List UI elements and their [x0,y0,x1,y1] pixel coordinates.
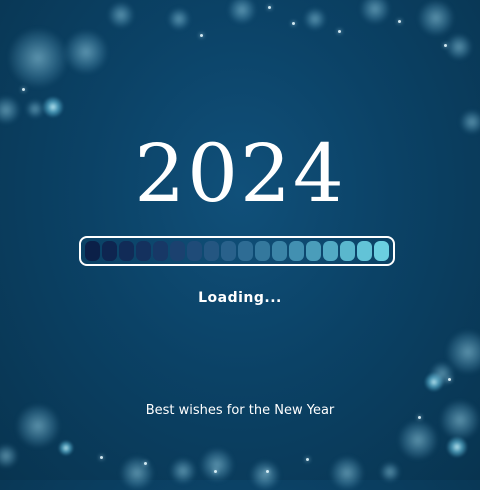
progress-segment [374,241,389,261]
progress-segment [170,241,185,261]
progress-segment [85,241,100,261]
progress-segment [323,241,338,261]
progress-segment [153,241,168,261]
progress-bar [79,236,395,266]
progress-segment [102,241,117,261]
progress-segment [272,241,287,261]
progress-segment [306,241,321,261]
progress-segment [136,241,151,261]
progress-segment [357,241,372,261]
year-title: 2024 [134,127,346,220]
progress-segment [255,241,270,261]
loading-label: Loading... [198,290,282,306]
progress-segment [204,241,219,261]
progress-segment [221,241,236,261]
progress-segment [119,241,134,261]
wishes-text: Best wishes for the New Year [145,403,335,418]
progress-segment [340,241,355,261]
progress-segment [289,241,304,261]
progress-segment [187,241,202,261]
progress-segment [238,241,253,261]
